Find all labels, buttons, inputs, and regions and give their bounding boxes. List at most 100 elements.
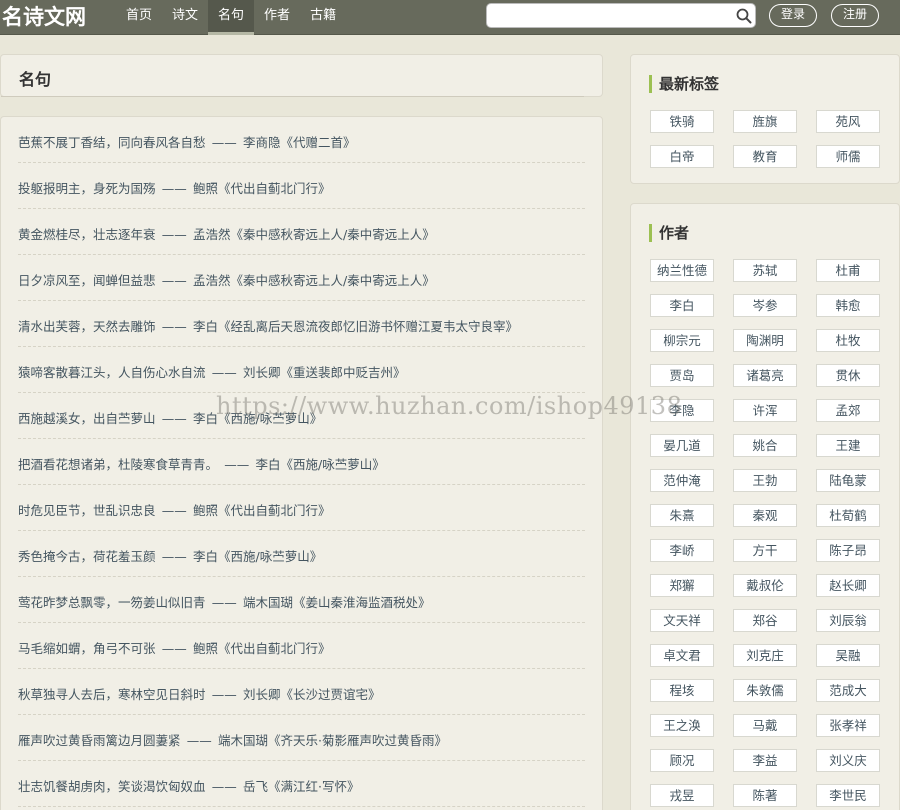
author-chip[interactable]: 姚合: [733, 434, 797, 457]
author-chip[interactable]: 贯休: [816, 364, 880, 387]
tag-chip[interactable]: 师儒: [816, 145, 880, 168]
quote-text[interactable]: 把酒看花想诸弟，杜陵寒食草青青。: [18, 457, 218, 472]
quote-work-link[interactable]: 《重送裴郎中贬吉州》: [281, 365, 406, 380]
quote-author-link[interactable]: 鲍照: [193, 641, 218, 656]
author-chip[interactable]: 刘辰翁: [816, 609, 880, 632]
quote-author-link[interactable]: 鲍照: [193, 503, 218, 518]
author-chip[interactable]: 吴融: [816, 644, 880, 667]
author-chip[interactable]: 孟郊: [816, 399, 880, 422]
quote-text[interactable]: 秋草独寻人去后，寒林空见日斜时: [18, 687, 206, 702]
nav-classics[interactable]: 古籍: [300, 0, 346, 35]
quote-text[interactable]: 日夕凉风至，闻蝉但益悲: [18, 273, 156, 288]
nav-poems[interactable]: 诗文: [162, 0, 208, 35]
quote-text[interactable]: 投躯报明主，身死为国殇: [18, 181, 156, 196]
author-chip[interactable]: 范成大: [816, 679, 880, 702]
quote-author-link[interactable]: 刘长卿: [243, 365, 281, 380]
author-chip[interactable]: 程垓: [650, 679, 714, 702]
author-chip[interactable]: 诸葛亮: [733, 364, 797, 387]
quote-work-link[interactable]: 《姜山秦淮海监酒税处》: [293, 595, 431, 610]
nav-quotes[interactable]: 名句: [208, 0, 255, 35]
quote-work-link[interactable]: 《代出自蓟北门行》: [218, 641, 331, 656]
author-chip[interactable]: 陶渊明: [733, 329, 797, 352]
quote-author-link[interactable]: 孟浩然: [193, 227, 231, 242]
author-chip[interactable]: 王之涣: [650, 714, 714, 737]
author-chip[interactable]: 纳兰性德: [650, 259, 714, 282]
tag-chip[interactable]: 铁骑: [650, 110, 714, 133]
author-chip[interactable]: 刘义庆: [816, 749, 880, 772]
search-input[interactable]: [493, 6, 727, 25]
quote-author-link[interactable]: 刘长卿: [243, 687, 281, 702]
nav-home[interactable]: 首页: [116, 0, 162, 35]
quote-work-link[interactable]: 《西施/咏苎萝山》: [281, 457, 385, 472]
author-chip[interactable]: 杜甫: [816, 259, 880, 282]
author-chip[interactable]: 刘克庄: [733, 644, 797, 667]
quote-work-link[interactable]: 《长沙过贾谊宅》: [281, 687, 381, 702]
quote-work-link[interactable]: 《西施/咏苎萝山》: [218, 411, 322, 426]
search-icon[interactable]: [736, 8, 752, 24]
quote-author-link[interactable]: 端木国瑚: [243, 595, 293, 610]
author-chip[interactable]: 杜荀鹤: [816, 504, 880, 527]
quote-text[interactable]: 西施越溪女，出自苎萝山: [18, 411, 156, 426]
author-chip[interactable]: 王勃: [733, 469, 797, 492]
quote-work-link[interactable]: 《秦中感秋寄远上人/秦中寄远上人》: [231, 273, 435, 288]
author-chip[interactable]: 李世民: [816, 784, 880, 807]
quote-author-link[interactable]: 孟浩然: [193, 273, 231, 288]
author-chip[interactable]: 卓文君: [650, 644, 714, 667]
quote-work-link[interactable]: 《代出自蓟北门行》: [218, 503, 331, 518]
author-chip[interactable]: 陈子昂: [816, 539, 880, 562]
quote-author-link[interactable]: 李白: [256, 457, 281, 472]
quote-work-link[interactable]: 《代赠二首》: [281, 135, 356, 150]
author-chip[interactable]: 朱熹: [650, 504, 714, 527]
quote-author-link[interactable]: 李白: [193, 549, 218, 564]
author-chip[interactable]: 柳宗元: [650, 329, 714, 352]
author-chip[interactable]: 顾况: [650, 749, 714, 772]
author-chip[interactable]: 晏几道: [650, 434, 714, 457]
site-logo[interactable]: 名诗文网: [2, 1, 86, 33]
quote-text[interactable]: 猿啼客散暮江头，人自伤心水自流: [18, 365, 206, 380]
author-chip[interactable]: 陈著: [733, 784, 797, 807]
tag-chip[interactable]: 苑风: [816, 110, 880, 133]
quote-work-link[interactable]: 《齐天乐·菊影雁声吹过黄昏雨》: [268, 733, 447, 748]
login-button[interactable]: 登录: [769, 4, 817, 27]
author-chip[interactable]: 郑谷: [733, 609, 797, 632]
author-chip[interactable]: 文天祥: [650, 609, 714, 632]
author-chip[interactable]: 李益: [733, 749, 797, 772]
quote-work-link[interactable]: 《满江红·写怀》: [268, 779, 359, 794]
author-chip[interactable]: 赵长卿: [816, 574, 880, 597]
quote-text[interactable]: 芭蕉不展丁香结，同向春风各自愁: [18, 135, 206, 150]
register-button[interactable]: 注册: [831, 4, 879, 27]
author-chip[interactable]: 韩愈: [816, 294, 880, 317]
author-chip[interactable]: 郑獬: [650, 574, 714, 597]
author-chip[interactable]: 李白: [650, 294, 714, 317]
author-chip[interactable]: 杜牧: [816, 329, 880, 352]
quote-work-link[interactable]: 《经乱离后天恩流夜郎忆旧游书怀赠江夏韦太守良宰》: [218, 319, 518, 334]
quote-text[interactable]: 黄金燃桂尽，壮志逐年衰: [18, 227, 156, 242]
author-chip[interactable]: 李隐: [650, 399, 714, 422]
author-chip[interactable]: 范仲淹: [650, 469, 714, 492]
quote-author-link[interactable]: 端木国瑚: [218, 733, 268, 748]
author-chip[interactable]: 戴叔伦: [733, 574, 797, 597]
quote-author-link[interactable]: 李白: [193, 411, 218, 426]
quote-work-link[interactable]: 《代出自蓟北门行》: [218, 181, 331, 196]
quote-text[interactable]: 时危见臣节，世乱识忠良: [18, 503, 156, 518]
quote-text[interactable]: 马毛缩如蝟，角弓不可张: [18, 641, 156, 656]
nav-authors[interactable]: 作者: [254, 0, 300, 35]
author-chip[interactable]: 贾岛: [650, 364, 714, 387]
author-chip[interactable]: 戎昱: [650, 784, 714, 807]
quote-work-link[interactable]: 《秦中感秋寄远上人/秦中寄远上人》: [231, 227, 435, 242]
quote-author-link[interactable]: 李商隐: [243, 135, 281, 150]
tag-chip[interactable]: 白帝: [650, 145, 714, 168]
quote-text[interactable]: 莺花昨梦总飘零，一笏姜山似旧青: [18, 595, 206, 610]
quote-work-link[interactable]: 《西施/咏苎萝山》: [218, 549, 322, 564]
author-chip[interactable]: 朱敦儒: [733, 679, 797, 702]
quote-text[interactable]: 秀色掩今古，荷花羞玉颜: [18, 549, 156, 564]
author-chip[interactable]: 方干: [733, 539, 797, 562]
quote-text[interactable]: 清水出芙蓉，天然去雕饰: [18, 319, 156, 334]
quote-author-link[interactable]: 岳飞: [243, 779, 268, 794]
author-chip[interactable]: 岑参: [733, 294, 797, 317]
author-chip[interactable]: 王建: [816, 434, 880, 457]
author-chip[interactable]: 苏轼: [733, 259, 797, 282]
author-chip[interactable]: 许浑: [733, 399, 797, 422]
quote-author-link[interactable]: 鲍照: [193, 181, 218, 196]
author-chip[interactable]: 陆龟蒙: [816, 469, 880, 492]
